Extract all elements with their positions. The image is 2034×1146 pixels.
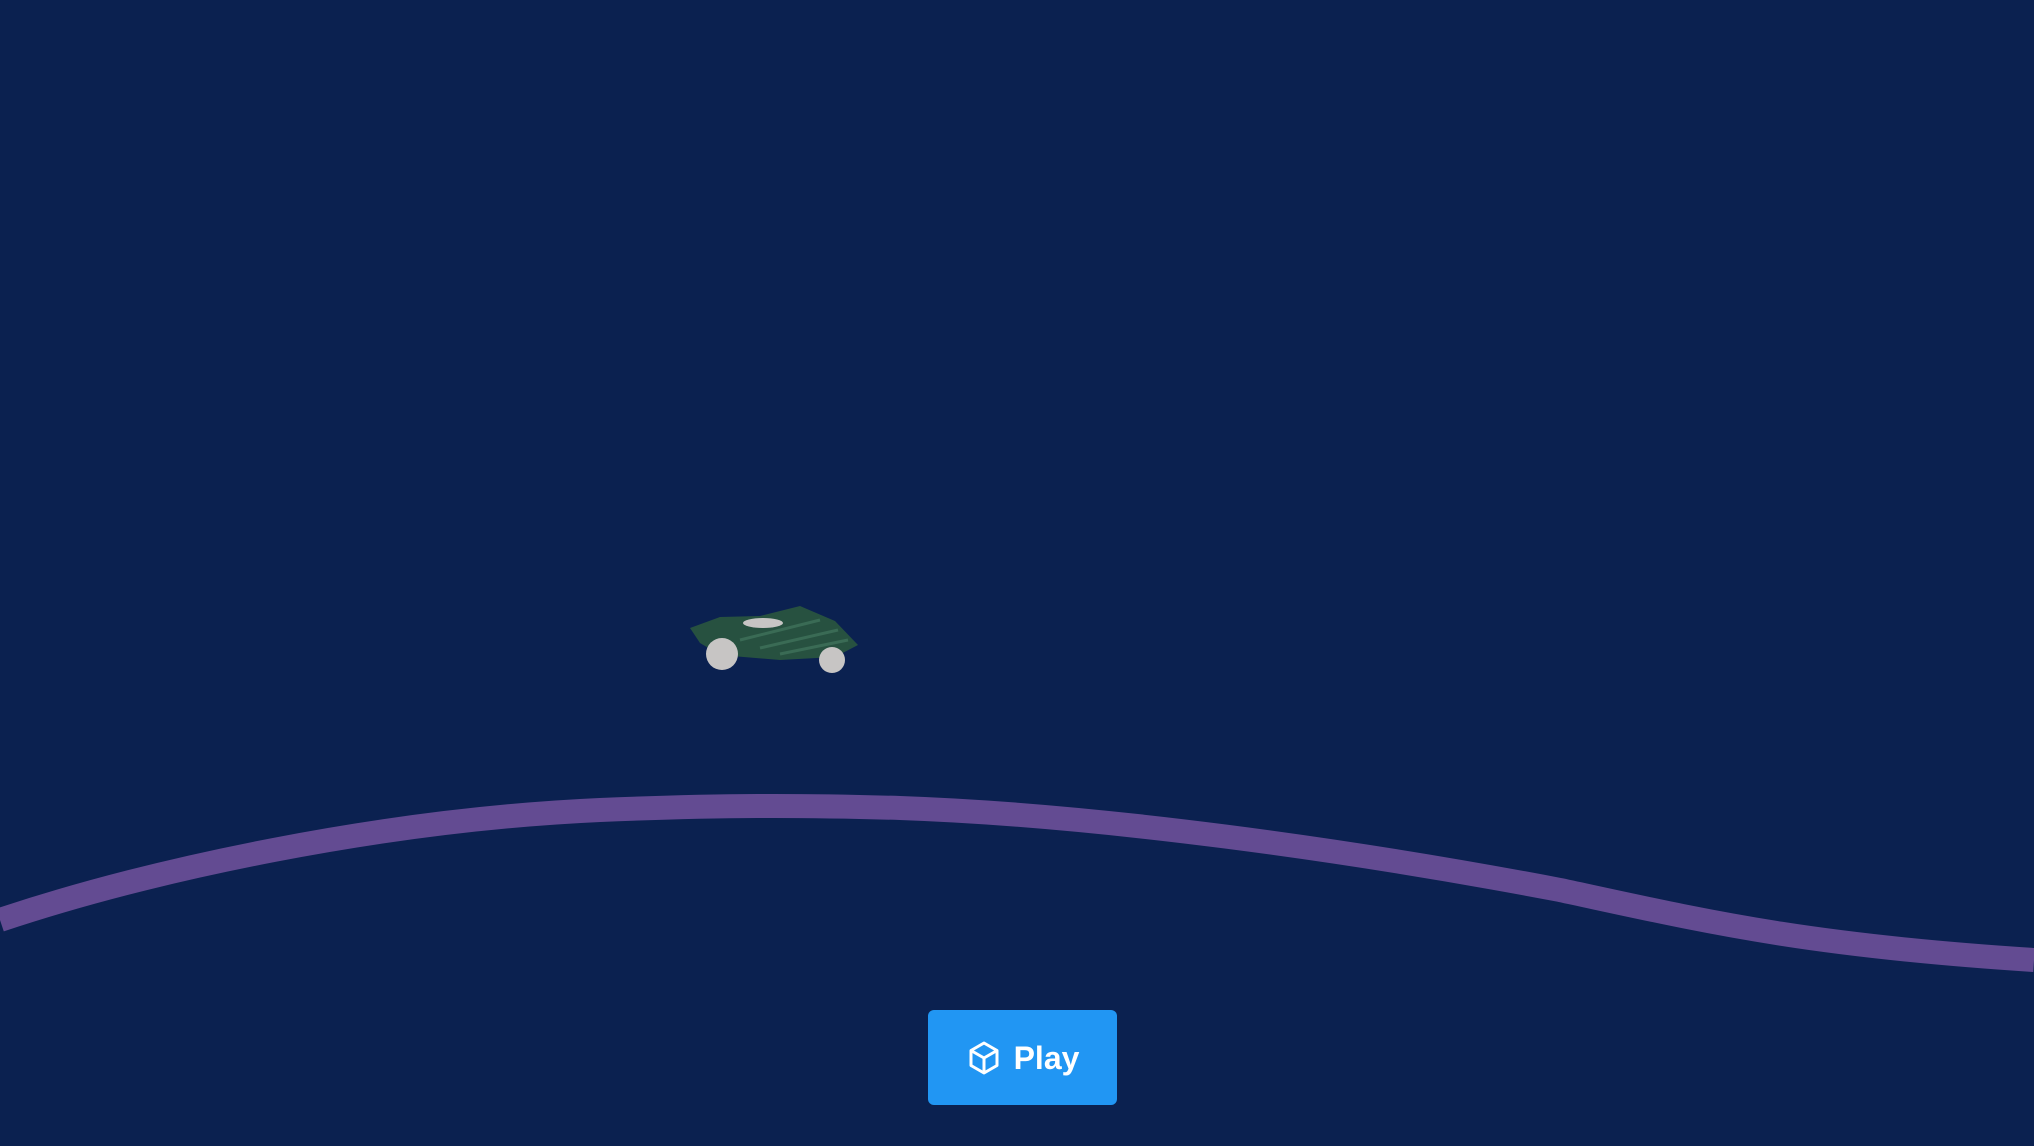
car-rear-wheel <box>706 638 738 670</box>
play-button-label: Play <box>1013 1039 1080 1076</box>
play-button[interactable]: Play <box>928 1010 1117 1105</box>
unity-logo-icon <box>966 1040 1002 1076</box>
player-car <box>690 606 858 673</box>
car-cockpit <box>743 618 783 628</box>
game-canvas[interactable]: Play <box>0 0 2034 1146</box>
hill-track <box>0 793 2034 972</box>
game-scene <box>0 606 2034 972</box>
car-front-wheel <box>819 647 845 673</box>
